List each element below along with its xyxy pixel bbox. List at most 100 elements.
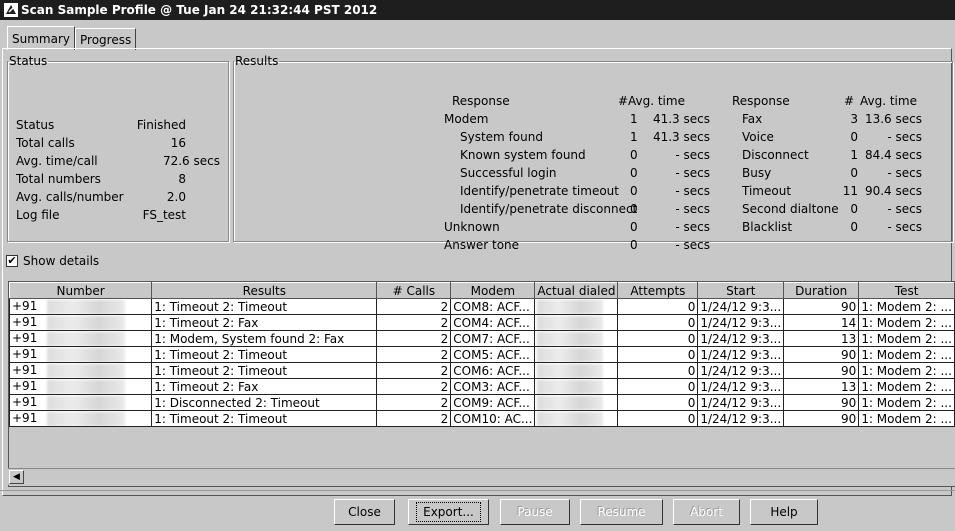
cell-attempts[interactable]: 0 — [617, 330, 699, 347]
cell-start[interactable]: 1/24/12 9:3... — [697, 298, 785, 315]
cell-modem[interactable]: COM10: AC... — [450, 410, 536, 427]
cell-test[interactable]: 1: Modem 2: ... — [858, 314, 955, 331]
results-table[interactable]: Number Results # Calls Modem Actual dialed At… — [8, 281, 955, 487]
cell-results[interactable]: 1: Timeout 2: Timeout — [151, 410, 378, 427]
horizontal-scrollbar[interactable]: ◀ — [8, 468, 955, 485]
resume-button[interactable]: Resume — [580, 499, 663, 525]
cell-results[interactable]: 1: Timeout 2: Fax — [151, 314, 378, 331]
cell-test[interactable]: 1: Modem 2: ... — [858, 298, 955, 315]
cell-calls[interactable]: 2 — [376, 346, 452, 363]
tab-progress[interactable]: Progress — [75, 28, 137, 50]
cell-results[interactable]: 1: Timeout 2: Timeout — [151, 362, 378, 379]
cell-attempts[interactable]: 0 — [617, 378, 699, 395]
column-header[interactable]: Actual dialed — [534, 282, 619, 299]
cell-duration[interactable]: 13 — [783, 330, 860, 347]
cell-start[interactable]: 1/24/12 9:3... — [697, 362, 785, 379]
cell-calls[interactable]: 2 — [376, 410, 452, 427]
cell-number[interactable]: +91 — [9, 378, 153, 395]
cell-modem[interactable]: COM8: ACF... — [450, 298, 536, 315]
cell-number[interactable]: +91 — [9, 362, 153, 379]
cell-test[interactable]: 1: Modem 2: ... — [858, 346, 955, 363]
cell-start[interactable]: 1/24/12 9:3... — [697, 410, 785, 427]
cell-duration[interactable]: 90 — [783, 410, 860, 427]
cell-duration[interactable]: 90 — [783, 394, 860, 411]
cell-modem[interactable]: COM5: ACF... — [450, 346, 536, 363]
cell-attempts[interactable]: 0 — [617, 298, 699, 315]
column-header[interactable]: Modem — [450, 282, 536, 299]
cell-modem[interactable]: COM6: ACF... — [450, 362, 536, 379]
column-header[interactable]: Test — [858, 282, 955, 299]
cell-duration[interactable]: 14 — [783, 314, 860, 331]
cell-duration[interactable]: 90 — [783, 298, 860, 315]
cell-start[interactable]: 1/24/12 9:3... — [697, 330, 785, 347]
column-header[interactable]: # Calls — [376, 282, 452, 299]
cell-results[interactable]: 1: Timeout 2: Timeout — [151, 346, 378, 363]
cell-actual-dialed[interactable] — [534, 394, 619, 411]
cell-attempts[interactable]: 0 — [617, 394, 699, 411]
cell-number[interactable]: +91 — [9, 330, 153, 347]
close-button[interactable]: Close — [334, 499, 395, 525]
table-row[interactable]: +91 1: Timeout 2: Timeout 2 COM10: AC... 0 1/… — [9, 410, 955, 427]
cell-test[interactable]: 1: Modem 2: ... — [858, 362, 955, 379]
cell-duration[interactable]: 90 — [783, 346, 860, 363]
cell-results[interactable]: 1: Modem, System found 2: Fax — [151, 330, 378, 347]
cell-calls[interactable]: 2 — [376, 378, 452, 395]
cell-test[interactable]: 1: Modem 2: ... — [858, 330, 955, 347]
cell-number[interactable]: +91 — [9, 394, 153, 411]
cell-calls[interactable]: 2 — [376, 330, 452, 347]
cell-actual-dialed[interactable] — [534, 330, 619, 347]
show-details-checkbox[interactable]: ✔ — [6, 255, 18, 267]
cell-actual-dialed[interactable] — [534, 378, 619, 395]
abort-button[interactable]: Abort — [673, 499, 740, 525]
table-row[interactable]: +91 1: Timeout 2: Fax 2 COM3: ACF... 0 1/24/1… — [9, 378, 955, 395]
cell-test[interactable]: 1: Modem 2: ... — [858, 378, 955, 395]
export-button[interactable]: Export... — [408, 499, 489, 525]
scroll-left-button[interactable]: ◀ — [9, 470, 24, 484]
cell-results[interactable]: 1: Timeout 2: Fax — [151, 378, 378, 395]
table-row[interactable]: +91 1: Modem, System found 2: Fax 2 COM7: A… — [9, 330, 955, 347]
cell-number[interactable]: +91 — [9, 346, 153, 363]
column-header[interactable]: Number — [9, 282, 153, 299]
cell-duration[interactable]: 90 — [783, 362, 860, 379]
cell-number[interactable]: +91 — [9, 410, 153, 427]
cell-duration[interactable]: 13 — [783, 378, 860, 395]
cell-attempts[interactable]: 0 — [617, 314, 699, 331]
cell-number[interactable]: +91 — [9, 298, 153, 315]
tab-summary[interactable]: Summary — [7, 26, 75, 50]
cell-actual-dialed[interactable] — [534, 362, 619, 379]
cell-start[interactable]: 1/24/12 9:3... — [697, 314, 785, 331]
table-row[interactable]: +91 1: Disconnected 2: Timeout 2 COM9: ACF.… — [9, 394, 955, 411]
cell-start[interactable]: 1/24/12 9:3... — [697, 394, 785, 411]
cell-test[interactable]: 1: Modem 2: ... — [858, 394, 955, 411]
table-row[interactable]: +91 1: Timeout 2: Timeout 2 COM8: ACF... 0 1/… — [9, 298, 955, 315]
cell-modem[interactable]: COM3: ACF... — [450, 378, 536, 395]
cell-results[interactable]: 1: Disconnected 2: Timeout — [151, 394, 378, 411]
column-header[interactable]: Duration — [783, 282, 860, 299]
cell-test[interactable]: 1: Modem 2: ... — [858, 410, 955, 427]
cell-results[interactable]: 1: Timeout 2: Timeout — [151, 298, 378, 315]
cell-start[interactable]: 1/24/12 9:3... — [697, 378, 785, 395]
column-header[interactable]: Results — [151, 282, 378, 299]
window-titlebar[interactable]: Scan Sample Profile @ Tue Jan 24 21:32:4… — [0, 0, 955, 20]
cell-attempts[interactable]: 0 — [617, 346, 699, 363]
table-row[interactable]: +91 1: Timeout 2: Timeout 2 COM5: ACF... 0 1/… — [9, 346, 955, 363]
table-row[interactable]: +91 1: Timeout 2: Timeout 2 COM6: ACF... 0 1/… — [9, 362, 955, 379]
cell-attempts[interactable]: 0 — [617, 410, 699, 427]
table-row[interactable]: +91 1: Timeout 2: Fax 2 COM4: ACF... 0 1/24/1… — [9, 314, 955, 331]
column-header[interactable]: Start — [697, 282, 785, 299]
help-button[interactable]: Help — [750, 499, 818, 525]
cell-actual-dialed[interactable] — [534, 346, 619, 363]
pause-button[interactable]: Pause — [500, 499, 570, 525]
cell-modem[interactable]: COM9: ACF... — [450, 394, 536, 411]
cell-start[interactable]: 1/24/12 9:3... — [697, 346, 785, 363]
column-header[interactable]: Attempts — [617, 282, 699, 299]
cell-calls[interactable]: 2 — [376, 362, 452, 379]
cell-actual-dialed[interactable] — [534, 298, 619, 315]
cell-actual-dialed[interactable] — [534, 410, 619, 427]
cell-modem[interactable]: COM7: ACF... — [450, 330, 536, 347]
cell-number[interactable]: +91 — [9, 314, 153, 331]
cell-modem[interactable]: COM4: ACF... — [450, 314, 536, 331]
cell-attempts[interactable]: 0 — [617, 362, 699, 379]
cell-actual-dialed[interactable] — [534, 314, 619, 331]
cell-calls[interactable]: 2 — [376, 298, 452, 315]
